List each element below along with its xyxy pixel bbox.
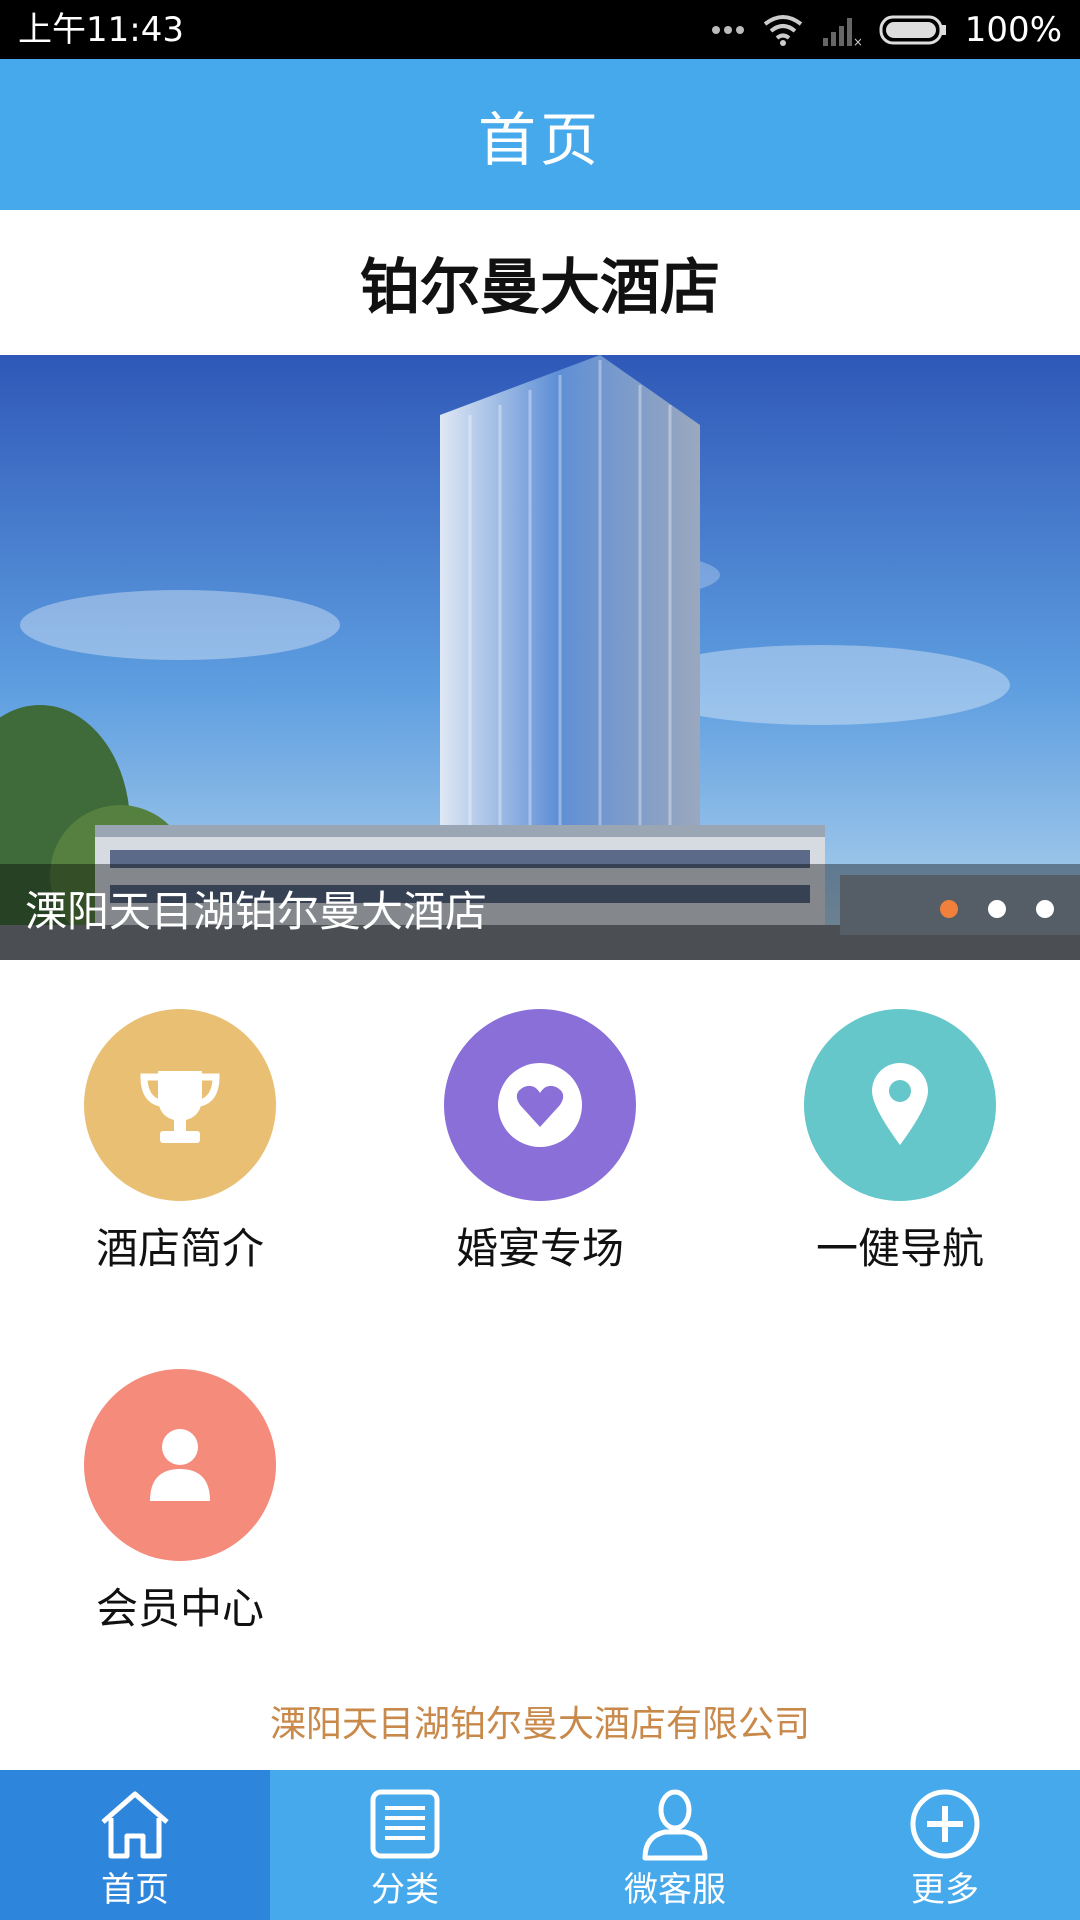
list-icon (370, 1789, 440, 1859)
svg-text:×: × (853, 35, 861, 46)
wifi-icon (763, 15, 803, 46)
tab-customer-service[interactable]: 微客服 (540, 1770, 810, 1920)
banner-carousel[interactable]: 溧阳天目湖铂尔曼大酒店 (0, 355, 1080, 960)
menu-item-navigation[interactable]: 一健导航 (720, 1009, 1080, 1277)
menu-label: 一健导航 (815, 1224, 984, 1273)
tab-label: 微客服 (624, 1870, 726, 1910)
carousel-dot-active[interactable] (940, 900, 958, 918)
page-title: 首页 (477, 105, 602, 174)
heart-icon (444, 1009, 636, 1201)
trophy-icon (84, 1009, 276, 1201)
carousel-dot[interactable] (1036, 900, 1054, 918)
hotel-title: 铂尔曼大酒店 (360, 253, 720, 323)
tab-label: 更多 (911, 1870, 979, 1910)
menu-item-wedding[interactable]: 婚宴专场 (360, 1009, 720, 1277)
location-pin-icon (804, 1009, 996, 1201)
banner-caption: 溧阳天目湖铂尔曼大酒店 (25, 887, 488, 936)
menu-label: 酒店简介 (95, 1224, 264, 1273)
status-time: 上午11:43 (18, 10, 184, 50)
status-icons: × 100% (711, 10, 1062, 50)
menu-item-hotel-intro[interactable]: 酒店简介 (0, 1009, 360, 1277)
battery-percent: 100% (964, 10, 1062, 50)
bottom-tab-bar: 首页 分类 微客服 更多 (0, 1770, 1080, 1920)
nav-bar: 首页 (0, 59, 1080, 210)
carousel-dot[interactable] (988, 900, 1006, 918)
carousel-indicators (940, 900, 1054, 918)
person-icon (84, 1369, 276, 1561)
tab-more[interactable]: 更多 (810, 1770, 1080, 1920)
user-icon (642, 1789, 708, 1861)
tab-category[interactable]: 分类 (270, 1770, 540, 1920)
menu-label: 婚宴专场 (455, 1224, 624, 1273)
signal-icon: × (822, 18, 861, 46)
plus-circle-icon (910, 1789, 980, 1859)
home-icon (101, 1791, 169, 1859)
tab-label: 首页 (101, 1870, 169, 1910)
menu-label: 会员中心 (95, 1584, 264, 1633)
company-name: 溧阳天目湖铂尔曼大酒店有限公司 (269, 1704, 810, 1745)
tab-home[interactable]: 首页 (0, 1770, 270, 1920)
tab-label: 分类 (371, 1870, 439, 1910)
menu-item-member-center[interactable]: 会员中心 (0, 1369, 360, 1637)
more-dots-icon (711, 26, 744, 34)
status-bar: 上午11:43 × 100% (0, 0, 1080, 59)
battery-icon (879, 15, 946, 45)
